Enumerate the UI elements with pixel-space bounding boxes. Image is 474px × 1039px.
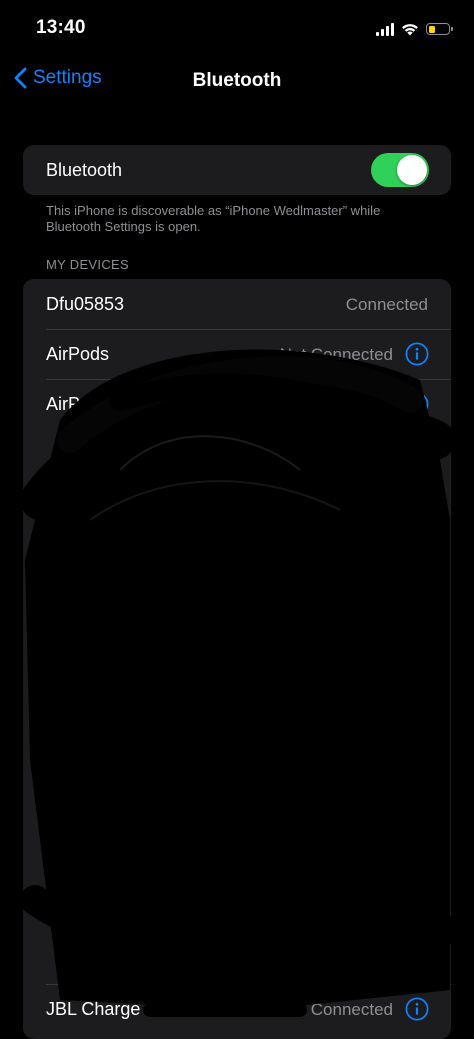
battery-level <box>428 25 435 33</box>
page-title: Bluetooth <box>192 70 282 91</box>
device-status: Connected <box>310 1000 393 1019</box>
battery-icon <box>426 23 453 35</box>
status-bar: 13:40 <box>0 0 474 56</box>
status-icons <box>376 19 453 39</box>
bluetooth-toggle-card: Bluetooth <box>23 145 451 195</box>
bluetooth-toggle-row: Bluetooth <box>23 145 451 195</box>
device-row[interactable]: AirPods Not Connected <box>23 379 451 429</box>
signal-icon <box>376 22 394 36</box>
wifi-icon <box>402 24 418 36</box>
switch-knob <box>397 155 427 185</box>
device-name: JBL Charge <box>46 999 141 1019</box>
my-devices-header: MY DEVICES <box>46 257 129 272</box>
my-devices-list: Dfu05853 Connected AirPods Not Connected… <box>23 279 451 1039</box>
device-status: Connected <box>345 295 428 314</box>
device-name: Dfu05853 <box>46 294 125 314</box>
info-icon[interactable] <box>405 997 429 1021</box>
bluetooth-switch[interactable] <box>371 153 429 187</box>
device-name: AirPods <box>46 394 110 414</box>
discoverable-footnote: This iPhone is discoverable as “iPhone W… <box>46 203 381 234</box>
device-row[interactable]: JBL Charge Connected <box>23 984 451 1034</box>
device-status: Not Connected <box>279 345 393 364</box>
status-time: 13:40 <box>36 17 86 38</box>
info-icon[interactable] <box>405 392 429 416</box>
device-status: Not Connected <box>279 395 393 414</box>
bluetooth-toggle-label: Bluetooth <box>46 160 123 180</box>
device-row[interactable]: AirPods Not Connected <box>23 329 451 379</box>
device-name: AirPods <box>46 344 110 364</box>
device-row[interactable]: Dfu05853 Connected <box>23 279 451 329</box>
navigation-bar: Settings Bluetooth <box>0 56 474 106</box>
info-icon[interactable] <box>405 342 429 366</box>
